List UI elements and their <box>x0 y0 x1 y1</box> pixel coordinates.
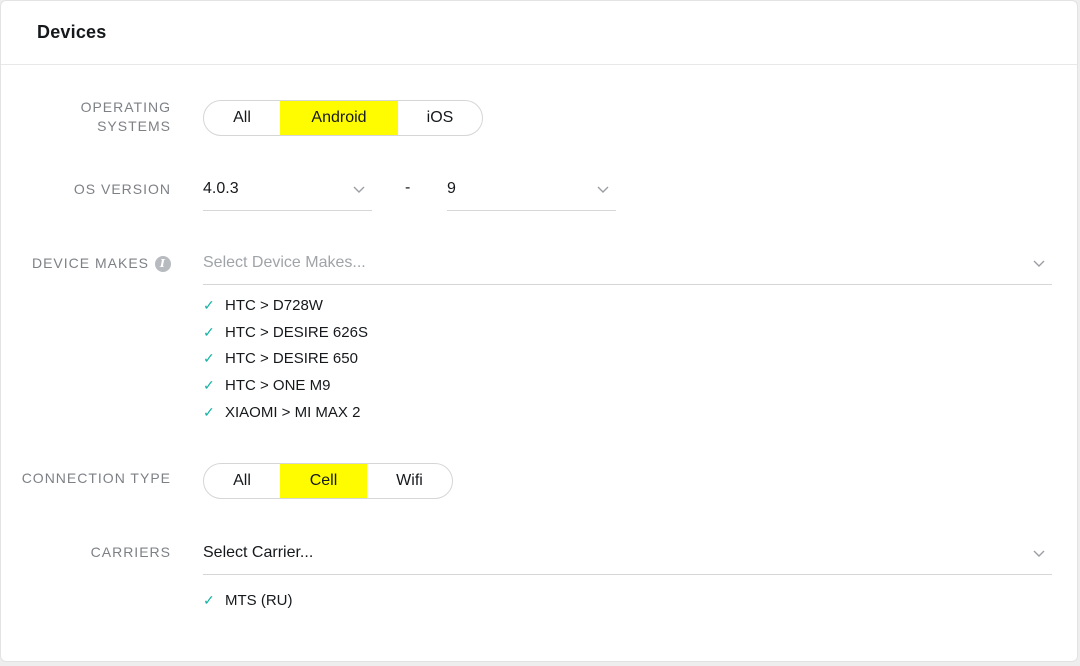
os-version-min-value: 4.0.3 <box>203 179 239 197</box>
check-icon: ✓ <box>203 323 215 340</box>
device-makes-select[interactable]: Select Device Makes... <box>203 241 1052 285</box>
list-item[interactable]: ✓ HTC > ONE M9 <box>203 372 368 399</box>
chevron-down-icon <box>353 186 365 193</box>
device-makes-label-text: DEVICE MAKES <box>31 255 149 271</box>
connection-option-wifi[interactable]: Wifi <box>367 464 452 498</box>
os-version-max-value: 9 <box>447 179 456 197</box>
check-icon: ✓ <box>203 376 215 393</box>
os-version-min-select[interactable]: 4.0.3 <box>203 167 372 211</box>
os-segmented-control: All Android iOS <box>203 100 483 136</box>
carrier-placeholder: Select Carrier... <box>203 543 314 561</box>
carriers-label: CARRIERS <box>90 544 171 560</box>
operating-systems-label: OPERATING SYSTEMS <box>80 99 171 134</box>
connection-type-label: CONNECTION TYPE <box>21 470 171 486</box>
info-icon[interactable]: i <box>155 256 171 273</box>
device-makes-placeholder: Select Device Makes... <box>203 253 366 271</box>
chevron-down-icon <box>597 186 609 193</box>
os-option-android[interactable]: Android <box>280 101 398 135</box>
os-version-label: OS VERSION <box>73 181 171 197</box>
os-option-ios[interactable]: iOS <box>398 101 482 135</box>
selected-carriers-list: ✓ MTS (RU) <box>203 587 293 614</box>
list-item[interactable]: ✓ MTS (RU) <box>203 587 293 614</box>
connection-option-all[interactable]: All <box>204 464 280 498</box>
list-item[interactable]: ✓ HTC > DESIRE 650 <box>203 345 368 372</box>
chevron-down-icon <box>1033 550 1045 557</box>
os-version-max-select[interactable]: 9 <box>447 167 616 211</box>
device-makes-label: DEVICE MAKES i <box>32 254 171 273</box>
list-item[interactable]: ✓ HTC > DESIRE 626S <box>203 319 368 346</box>
os-option-all[interactable]: All <box>204 101 280 135</box>
list-item[interactable]: ✓ XIAOMI > MI MAX 2 <box>203 399 368 426</box>
devices-card: Devices OPERATING SYSTEMS All Android iO… <box>0 0 1078 662</box>
card-title: Devices <box>37 22 107 42</box>
connection-type-segmented-control: All Cell Wifi <box>203 463 453 499</box>
connection-option-cell[interactable]: Cell <box>280 464 367 498</box>
card-header: Devices <box>1 1 1077 65</box>
selected-device-makes-list: ✓ HTC > D728W ✓ HTC > DESIRE 626S ✓ HTC > D… <box>203 292 368 425</box>
check-icon: ✓ <box>203 403 215 420</box>
check-icon: ✓ <box>203 350 215 367</box>
check-icon: ✓ <box>203 591 215 608</box>
chevron-down-icon <box>1033 260 1045 267</box>
list-item[interactable]: ✓ HTC > D728W <box>203 292 368 319</box>
carrier-select[interactable]: Select Carrier... <box>203 531 1052 575</box>
check-icon: ✓ <box>203 296 215 313</box>
version-range-separator: - <box>405 179 411 196</box>
